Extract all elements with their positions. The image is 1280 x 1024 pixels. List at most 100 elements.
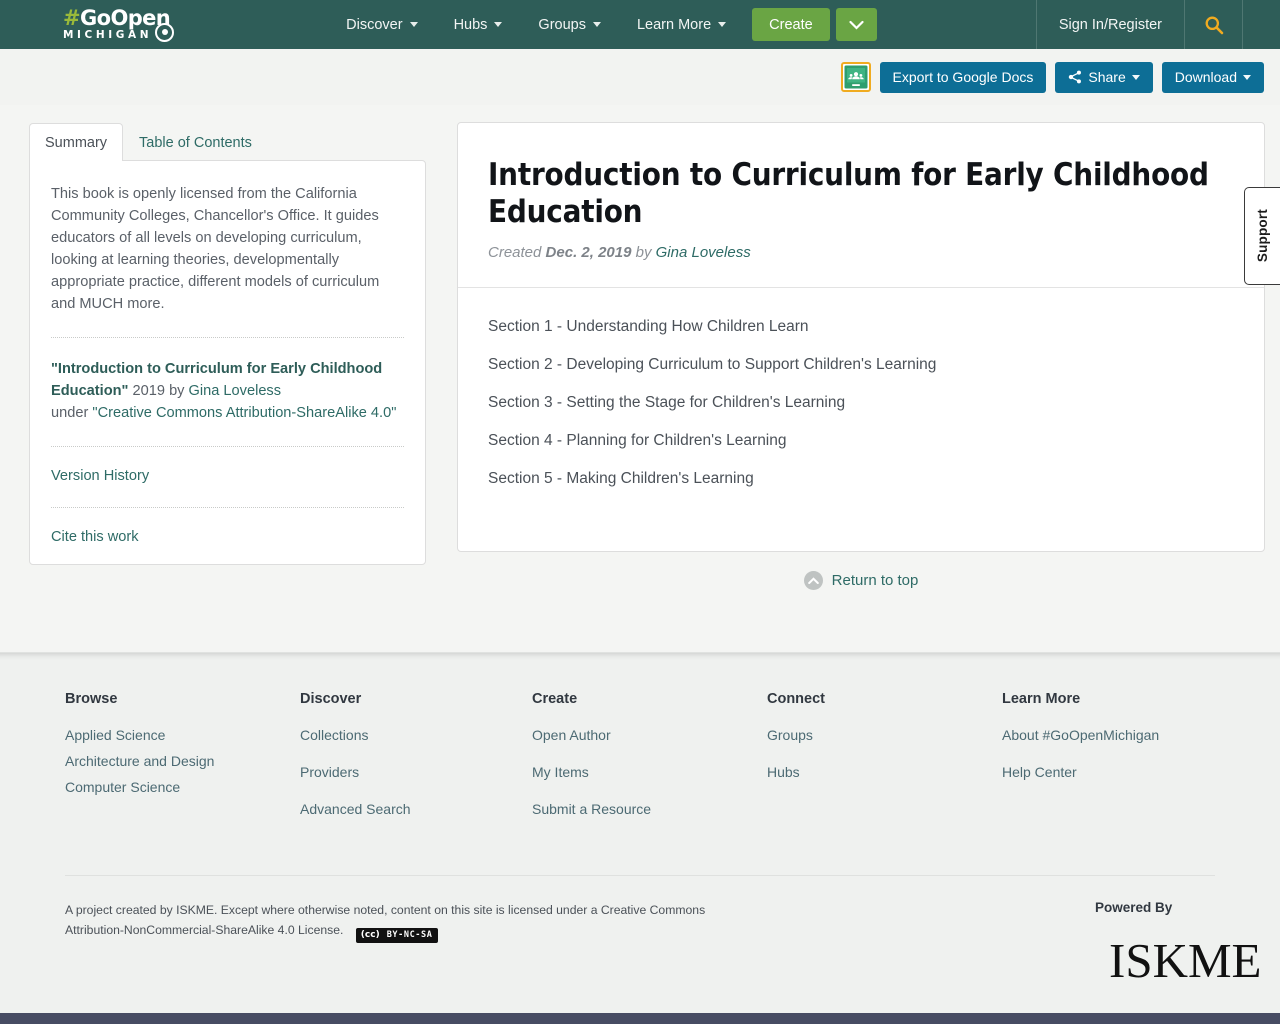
footer-heading: Connect	[767, 691, 825, 707]
share-button[interactable]: Share	[1055, 61, 1153, 93]
footer-columns: Browse Applied Science Architecture and …	[65, 653, 1215, 838]
main-panel: Introduction to Curriculum for Early Chi…	[457, 122, 1265, 590]
menu-item-learn-more[interactable]: Learn More	[619, 0, 744, 49]
chevron-down-icon	[849, 20, 864, 30]
version-history-link[interactable]: Version History	[51, 468, 149, 484]
chevron-down-icon	[592, 22, 601, 27]
section-item[interactable]: Section 1 - Understanding How Children L…	[488, 308, 1234, 346]
chevron-down-icon	[494, 22, 503, 27]
attribution-under: under	[51, 405, 89, 421]
menu-item-discover[interactable]: Discover	[328, 0, 435, 49]
section-item[interactable]: Section 3 - Setting the Stage for Childr…	[488, 384, 1234, 422]
created-label: Created	[488, 244, 542, 261]
section-list: Section 1 - Understanding How Children L…	[458, 288, 1264, 532]
section-item[interactable]: Section 4 - Planning for Children's Lear…	[488, 422, 1234, 460]
footer-heading: Learn More	[1002, 691, 1081, 707]
iskme-wordmark: ISKME	[1109, 932, 1262, 988]
left-panel: Summary Table of Contents This book is o…	[29, 122, 426, 590]
footer-link-computer-science[interactable]: Computer Science	[65, 779, 300, 795]
footer-link-groups[interactable]: Groups	[767, 727, 1002, 743]
chevron-down-icon	[718, 22, 727, 27]
footer-link-hubs[interactable]: Hubs	[767, 764, 1002, 780]
menu-item-groups[interactable]: Groups	[520, 0, 619, 49]
resource-card: Introduction to Curriculum for Early Chi…	[457, 122, 1265, 552]
return-to-top-label: Return to top	[831, 572, 919, 589]
author-link[interactable]: Gina Loveless	[656, 244, 751, 261]
powered-by-block: Powered By ISKME	[915, 900, 1261, 991]
search-button[interactable]	[1185, 0, 1242, 49]
footer-link-applied-science[interactable]: Applied Science	[65, 727, 300, 743]
resource-action-bar: Save Export to Google Docs	[0, 49, 1280, 142]
export-to-google-docs-button[interactable]: Export to Google Docs	[879, 61, 1047, 93]
logo-target-icon	[155, 22, 175, 42]
resource-header: Introduction to Curriculum for Early Chi…	[458, 123, 1264, 287]
divider	[51, 337, 404, 338]
footer-heading: Discover	[300, 691, 362, 707]
share-button-label: Share	[1088, 69, 1126, 85]
support-tab-label: Support	[1255, 209, 1270, 263]
footer-heading: Browse	[65, 691, 118, 707]
logo-wordmark: #GoOpen	[63, 6, 171, 31]
section-item[interactable]: Section 2 - Developing Curriculum to Sup…	[488, 346, 1234, 384]
powered-by-label: Powered By	[1095, 900, 1173, 915]
support-tab[interactable]: Support	[1244, 187, 1280, 285]
footer-link-submit-a-resource[interactable]: Submit a Resource	[532, 801, 767, 817]
menu-item-hubs[interactable]: Hubs	[436, 0, 521, 49]
chevron-down-icon	[1131, 74, 1140, 80]
footer-link-about-goopenmichigan[interactable]: About #GoOpenMichigan	[1002, 727, 1215, 743]
divider	[51, 507, 404, 508]
license-notice: A project created by ISKME. Except where…	[65, 900, 765, 991]
chevron-down-icon	[409, 22, 418, 27]
google-classroom-icon	[844, 65, 868, 89]
attribution-year: 2019	[132, 383, 165, 399]
site-logo[interactable]: #GoOpen MICHIGAN	[0, 0, 190, 49]
creative-commons-badge-icon[interactable]: (cc) BY-NC-SA	[355, 927, 439, 943]
footer-column-connect: Connect Groups Hubs	[767, 691, 1002, 838]
attribution-author-link[interactable]: Gina Loveless	[189, 383, 281, 399]
return-to-top-link[interactable]: Return to top	[457, 571, 1265, 590]
chevron-up-icon	[807, 576, 819, 584]
google-classroom-button[interactable]	[840, 62, 871, 92]
section-item[interactable]: Section 5 - Making Children's Learning	[488, 460, 1234, 498]
download-button[interactable]: Download	[1161, 61, 1264, 93]
action-buttons-group: Export to Google Docs Share Download	[840, 61, 1280, 93]
footer-link-providers[interactable]: Providers	[300, 764, 532, 780]
create-button[interactable]: Create	[752, 8, 830, 41]
footer-link-architecture-and-design[interactable]: Architecture and Design	[65, 753, 300, 769]
logo-subtext: MICHIGAN	[63, 29, 153, 42]
create-dropdown-toggle[interactable]	[835, 8, 877, 41]
footer-bottom: A project created by ISKME. Except where…	[65, 876, 1261, 991]
panel-tabs: Summary Table of Contents	[29, 122, 426, 161]
footer-heading: Create	[532, 691, 578, 707]
tab-summary[interactable]: Summary	[29, 123, 124, 161]
page-body: Summary Table of Contents This book is o…	[0, 105, 1280, 652]
footer-link-my-items[interactable]: My Items	[532, 764, 767, 780]
footer-link-open-author[interactable]: Open Author	[532, 727, 767, 743]
resource-meta: Created Dec. 2, 2019 by Gina Loveless	[488, 244, 1234, 261]
menu-item-label: Discover	[346, 16, 403, 33]
menu-item-label: Hubs	[453, 16, 488, 33]
menu-item-label: Groups	[538, 16, 586, 33]
summary-text: This book is openly licensed from the Ca…	[51, 186, 380, 312]
cite-this-work-link[interactable]: Cite this work	[51, 529, 139, 545]
page-title: Introduction to Curriculum for Early Chi…	[488, 157, 1209, 230]
sign-in-register-link[interactable]: Sign In/Register	[1037, 0, 1184, 49]
footer-link-collections[interactable]: Collections	[300, 727, 532, 743]
attribution-license-link[interactable]: "Creative Commons Attribution-ShareAlike…	[92, 405, 396, 421]
footer-column-create: Create Open Author My Items Submit a Res…	[532, 691, 767, 838]
nav-right-group: Sign In/Register	[1035, 0, 1280, 49]
tab-table-of-contents[interactable]: Table of Contents	[123, 123, 268, 161]
iskme-logo[interactable]: ISKME	[1105, 929, 1261, 991]
divider	[51, 446, 404, 447]
footer-column-discover: Discover Collections Providers Advanced …	[300, 691, 532, 838]
footer-link-help-center[interactable]: Help Center	[1002, 764, 1215, 780]
footer-column-browse: Browse Applied Science Architecture and …	[65, 691, 300, 838]
footer-link-advanced-search[interactable]: Advanced Search	[300, 801, 532, 817]
attribution-by: by	[169, 383, 185, 399]
created-date: Dec. 2, 2019	[545, 244, 632, 261]
by-label: by	[635, 244, 652, 261]
cc-mark: (cc)	[356, 928, 384, 942]
copyright-bar: © 2007 - 2019, GoOpenMichigan	[0, 1013, 1280, 1024]
share-icon	[1069, 70, 1082, 84]
